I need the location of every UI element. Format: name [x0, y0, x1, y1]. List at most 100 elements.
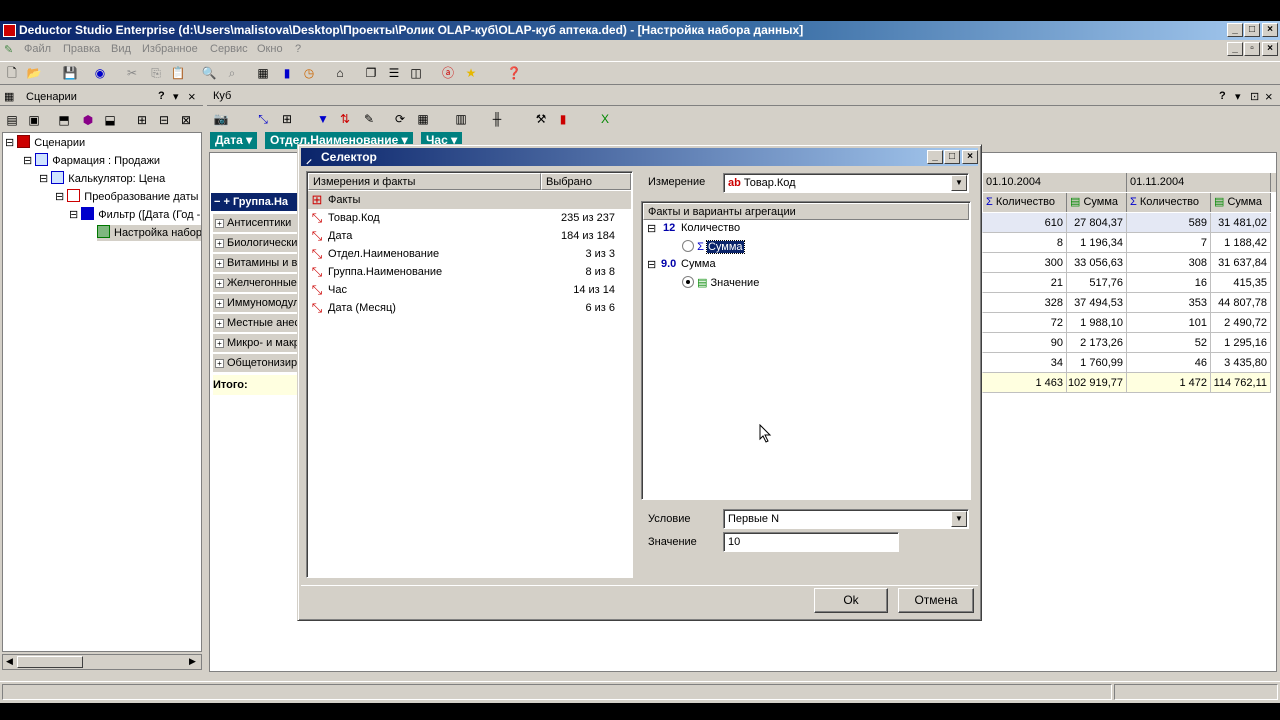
cube-cell[interactable]: 46	[1127, 353, 1211, 373]
agg-sum-option[interactable]: Σ Сумма	[682, 240, 745, 254]
database-icon[interactable]: ▮	[279, 65, 295, 81]
cube-cell[interactable]: 308	[1127, 253, 1211, 273]
visualize-icon[interactable]: ⬓	[102, 112, 118, 128]
cube-cell[interactable]: 415,35	[1211, 273, 1271, 293]
cube-cell[interactable]: 1 760,99	[1067, 353, 1127, 373]
expand-icon[interactable]: +	[215, 359, 224, 368]
maximize-button[interactable]: □	[1244, 23, 1260, 37]
collapse-icon[interactable]: ⊟	[647, 222, 656, 235]
row-header[interactable]: + Микро- и макр	[213, 334, 301, 353]
collapse-icon[interactable]: ⊟	[647, 258, 656, 271]
refresh-icon[interactable]: ⟳	[392, 111, 408, 127]
scenario-tool-1-icon[interactable]: ▤	[4, 112, 20, 128]
menu-edit[interactable]: Правка	[63, 43, 100, 55]
tree-tool-1-icon[interactable]: ⊞	[134, 112, 150, 128]
cube-cell[interactable]: 72	[983, 313, 1067, 333]
agg-value-radio[interactable]	[682, 276, 694, 288]
menu-service[interactable]: Сервис	[210, 43, 248, 55]
transpose-icon[interactable]: ⤡	[255, 111, 271, 127]
sum-col-header[interactable]: ▤ Сумма	[1067, 193, 1127, 212]
cube-cell[interactable]: 2 173,26	[1067, 333, 1127, 353]
chevron-down-icon[interactable]: ▼	[951, 175, 967, 191]
import-icon[interactable]: ⬒	[56, 112, 72, 128]
paste-icon[interactable]: 📋	[170, 65, 186, 81]
cube-cell[interactable]: 610	[983, 213, 1067, 233]
dimension-select[interactable]: ab Товар.Код ▼	[723, 173, 969, 193]
scroll-thumb[interactable]	[17, 656, 83, 668]
cube-menu-icon[interactable]: ▾	[1235, 90, 1241, 103]
filter-toolbar-icon[interactable]: ▼	[315, 111, 331, 127]
cube-cell[interactable]: 101	[1127, 313, 1211, 333]
chevron-down-icon[interactable]: ▼	[951, 511, 967, 527]
sort-icon[interactable]: ⇅	[337, 111, 353, 127]
pane-close-icon[interactable]: ×	[188, 89, 196, 104]
scroll-left-icon[interactable]: ◀	[6, 656, 13, 667]
row-dim-header[interactable]: − + Группа.На	[211, 193, 299, 211]
pane-help-icon[interactable]: ?	[158, 90, 165, 102]
tree-item-filter[interactable]: ⊟ Фильтр ([Дата (Год -	[69, 207, 200, 223]
edit-cube-icon[interactable]: ✎	[361, 111, 377, 127]
find-icon[interactable]: 🔍	[201, 65, 217, 81]
dialog-maximize-button[interactable]: □	[944, 150, 960, 164]
find-next-icon[interactable]: ⌕	[224, 65, 240, 81]
value-input[interactable]: 10	[723, 532, 899, 552]
cancel-button[interactable]: Отмена	[898, 588, 974, 613]
fact-sum-label[interactable]: Сумма	[681, 258, 716, 270]
expand-icon[interactable]: +	[215, 299, 224, 308]
cube-cell[interactable]: 3 435,80	[1211, 353, 1271, 373]
wizard-icon[interactable]: ◉	[92, 65, 108, 81]
list-item-dimension[interactable]: ⤡ Дата 184 из 184	[308, 227, 631, 245]
tree-item-dataset-setup[interactable]: Настройка набор	[97, 225, 201, 241]
row-header[interactable]: + Общетонизир	[213, 354, 301, 373]
tile-horizontal-icon[interactable]: ☰	[386, 65, 402, 81]
cube-cell[interactable]: 21	[983, 273, 1067, 293]
cube-cell[interactable]: 589	[1127, 213, 1211, 233]
menu-file[interactable]: Файл	[24, 43, 51, 55]
tree-item-sales[interactable]: ⊟ Фармация : Продажи	[23, 153, 160, 169]
help-icon[interactable]: ❓	[506, 65, 522, 81]
cube-cell[interactable]: 8	[983, 233, 1067, 253]
cube-cell[interactable]: 90	[983, 333, 1067, 353]
ok-button[interactable]: Ok	[814, 588, 888, 613]
minimize-button[interactable]: _	[1227, 23, 1243, 37]
process-icon[interactable]: ⬢	[80, 112, 96, 128]
cube-cell[interactable]: 7	[1127, 233, 1211, 253]
expand-icon[interactable]: +	[215, 219, 224, 228]
cube-cell[interactable]: 517,76	[1067, 273, 1127, 293]
total-cell[interactable]: 1 463	[983, 373, 1067, 393]
tree-item-date-transform[interactable]: ⊟ Преобразование даты [	[55, 189, 201, 205]
expand-icon[interactable]: +	[215, 259, 224, 268]
expand-icon[interactable]: +	[215, 279, 224, 288]
report-icon[interactable]: ▦	[255, 65, 271, 81]
cube-cell[interactable]: 44 807,78	[1211, 293, 1271, 313]
month-header[interactable]: 01.11.2004	[1127, 173, 1271, 192]
mdi-minimize-button[interactable]: _	[1227, 42, 1243, 56]
cube-cell[interactable]: 1 295,16	[1211, 333, 1271, 353]
total-cell[interactable]: 1 472	[1127, 373, 1211, 393]
menu-favorites[interactable]: Избранное	[142, 43, 198, 55]
agg-value-option[interactable]: ▤ Значение	[682, 276, 759, 289]
qty-col-header[interactable]: Σ Количество	[1127, 193, 1211, 212]
list-item-dimension[interactable]: ⤡ Товар.Код 235 из 237	[308, 209, 631, 227]
cube-cell[interactable]: 37 494,53	[1067, 293, 1127, 313]
row-header[interactable]: + Витамины и ви	[213, 254, 301, 273]
dimensions-icon[interactable]: ⊞	[279, 111, 295, 127]
cube-cell[interactable]: 31 481,02	[1211, 213, 1271, 233]
open-icon[interactable]: 📂	[26, 65, 42, 81]
favorites-icon[interactable]: ★	[463, 65, 479, 81]
list-header-name[interactable]: Измерения и факты	[308, 173, 541, 190]
row-header[interactable]: + Местные анес	[213, 314, 301, 333]
row-header[interactable]: + Иммуномодуля	[213, 294, 301, 313]
scroll-right-icon[interactable]: ▶	[189, 656, 196, 667]
tree-tool-3-icon[interactable]: ⊠	[178, 112, 194, 128]
expand-icon[interactable]: +	[215, 319, 224, 328]
pane-menu-icon[interactable]: ▾	[173, 90, 179, 103]
tree-tool-2-icon[interactable]: ⊟	[156, 112, 172, 128]
cube-cell[interactable]: 31 637,84	[1211, 253, 1271, 273]
cube-undock-icon[interactable]: ⊡	[1250, 90, 1259, 103]
cube-close-icon[interactable]: ×	[1265, 89, 1273, 104]
cube-cell[interactable]: 1 188,42	[1211, 233, 1271, 253]
layout-icon[interactable]: ▥	[453, 111, 469, 127]
cube-cell[interactable]: 300	[983, 253, 1067, 273]
mdi-restore-button[interactable]: ▫	[1244, 42, 1260, 56]
